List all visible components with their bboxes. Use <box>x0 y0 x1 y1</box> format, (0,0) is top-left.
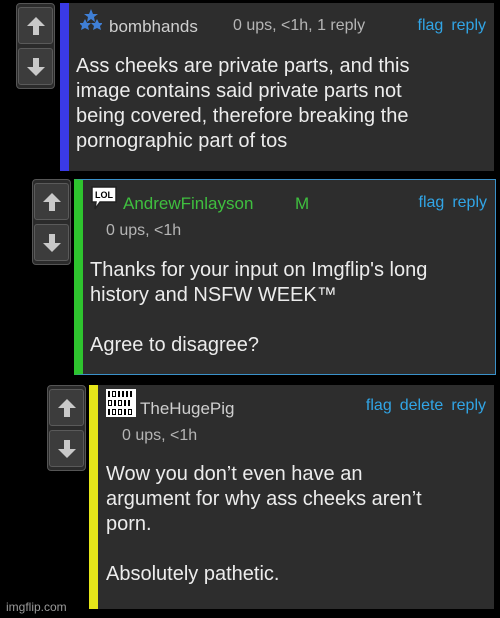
flag-link[interactable]: flag <box>419 194 445 211</box>
downvote-button[interactable] <box>18 48 53 85</box>
comment-card-3: TheHugePig flag delete reply 0 ups, <1h Wo… <box>89 385 494 609</box>
comment-meta: 0 ups, <1h <box>106 222 182 239</box>
username[interactable]: bombhands <box>109 17 198 37</box>
downvote-button[interactable] <box>49 430 84 467</box>
upvote-button[interactable] <box>34 183 69 220</box>
comment-body: Wow you don’t even have an argument for … <box>106 463 422 585</box>
comment-card-2: LOL AndrewFinlayson M flag reply 0 ups, <… <box>74 179 496 375</box>
imgflip-watermark: imgflip.com <box>6 600 67 614</box>
vote-box-2 <box>32 179 71 265</box>
comment-actions: flag delete reply <box>358 397 486 415</box>
upvote-button[interactable] <box>18 7 53 44</box>
username[interactable]: TheHugePig <box>140 399 235 419</box>
vote-box-3 <box>47 385 86 471</box>
comment-meta: 0 ups, <1h <box>122 427 198 444</box>
downvote-button[interactable] <box>34 224 69 261</box>
lol-avatar-text: LOL <box>95 190 113 200</box>
up-arrow-icon <box>26 16 45 35</box>
username[interactable]: AndrewFinlayson <box>123 194 253 214</box>
comment-body: Ass cheeks are private parts, and this i… <box>76 55 410 152</box>
comment-actions: flag reply <box>411 194 487 212</box>
reply-link[interactable]: reply <box>451 17 486 34</box>
flag-link[interactable]: flag <box>418 17 444 34</box>
reply-link[interactable]: reply <box>451 397 486 414</box>
down-arrow-icon <box>57 439 76 458</box>
mod-badge: M <box>295 194 310 213</box>
up-arrow-icon <box>57 398 76 417</box>
reply-link[interactable]: reply <box>452 194 487 211</box>
binary-code-icon <box>106 389 136 417</box>
comment-actions: flag reply <box>410 17 486 35</box>
delete-link[interactable]: delete <box>400 397 444 414</box>
comment-card-1: bombhands 0 ups, <1h, 1 reply flag reply … <box>60 3 494 171</box>
down-arrow-icon <box>42 233 61 252</box>
comment-body: Thanks for your input on Imgflip's long … <box>90 259 428 356</box>
comment-meta: 0 ups, <1h, 1 reply <box>233 17 366 34</box>
down-arrow-icon <box>26 57 45 76</box>
vote-box-1 <box>16 3 55 89</box>
lol-speech-bubble-icon: LOL <box>91 186 117 210</box>
flag-link[interactable]: flag <box>366 397 392 414</box>
up-arrow-icon <box>42 192 61 211</box>
upvote-button[interactable] <box>49 389 84 426</box>
stars-triangle-icon <box>80 9 102 30</box>
